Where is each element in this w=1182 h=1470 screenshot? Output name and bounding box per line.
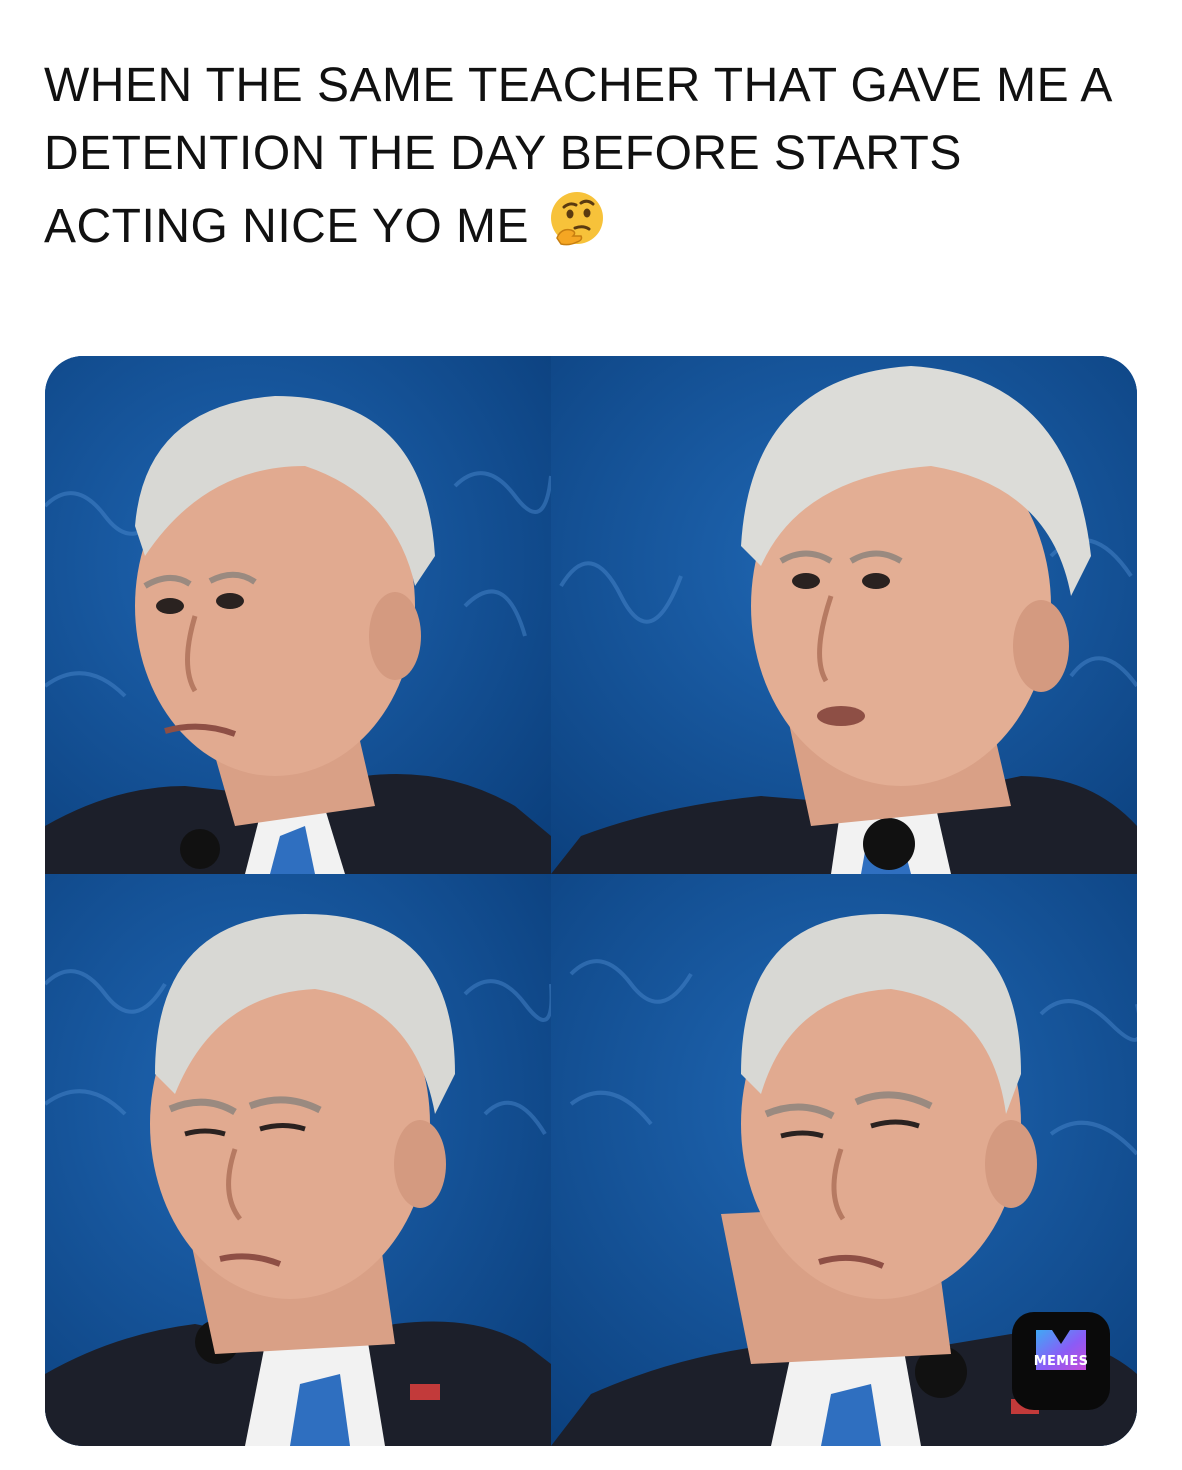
photo-grid: [45, 356, 1137, 1446]
memes-logo-label: MEMES: [1033, 1354, 1089, 1369]
meme-caption: WHEN THE SAME TEACHER THAT GAVE ME A DET…: [44, 52, 1144, 267]
thinking-face-icon: [547, 188, 607, 267]
memes-logo-icon: MEMES: [1012, 1312, 1110, 1410]
photo-panel-top-left: [45, 356, 551, 874]
photo-panel-bottom-left: [45, 874, 551, 1446]
photo-panel-top-right: [551, 356, 1137, 874]
